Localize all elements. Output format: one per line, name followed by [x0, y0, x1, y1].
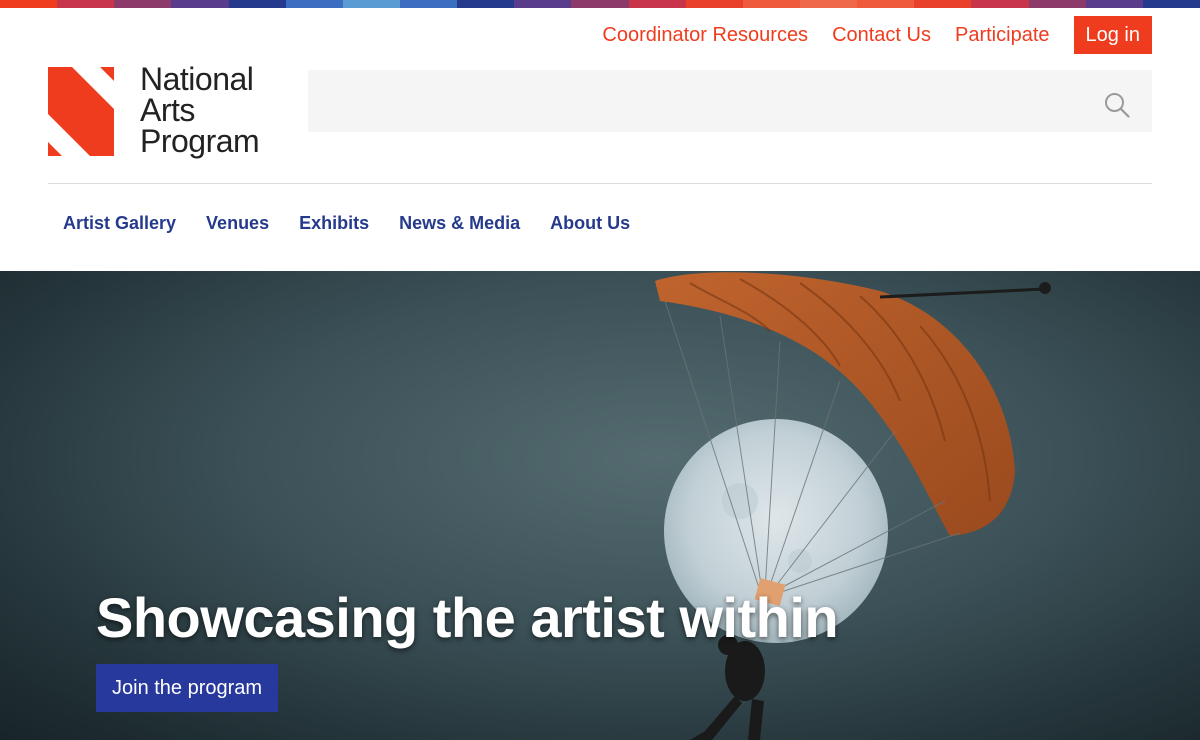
- hero-title: Showcasing the artist within: [96, 586, 839, 649]
- stripe-segment: [799, 0, 858, 8]
- coordinator-resources-link[interactable]: Coordinator Resources: [602, 16, 808, 54]
- stripe-segment: [342, 0, 400, 8]
- search-bar: [308, 70, 1152, 132]
- join-program-button[interactable]: Join the program: [96, 664, 279, 712]
- logo-line-3: Program: [140, 123, 260, 159]
- stripe-segment: [685, 0, 743, 8]
- stripe-segment: [1142, 0, 1200, 8]
- nav-about-us[interactable]: About Us: [550, 208, 630, 238]
- stripe-segment: [0, 0, 58, 8]
- color-stripe: [0, 0, 1200, 8]
- search-icon[interactable]: [1104, 92, 1130, 118]
- search-input[interactable]: [308, 70, 1088, 132]
- login-button[interactable]: Log in: [1073, 16, 1152, 54]
- stripe-segment: [1028, 0, 1086, 8]
- hero-banner: Showcasing the artist within Join the pr…: [0, 271, 1200, 740]
- header-divider: [48, 183, 1152, 184]
- stripe-segment: [228, 0, 286, 8]
- logo-wordmark: National Arts Program: [140, 61, 260, 164]
- stripe-segment: [571, 0, 629, 8]
- stripe-segment: [971, 0, 1029, 8]
- logo-line-2: Arts: [140, 92, 195, 128]
- stripe-segment: [1085, 0, 1143, 8]
- stripe-segment: [914, 0, 972, 8]
- stripe-segment: [114, 0, 172, 8]
- contact-us-link[interactable]: Contact Us: [832, 16, 931, 54]
- nav-venues[interactable]: Venues: [206, 208, 269, 238]
- stripe-segment: [628, 0, 686, 8]
- logo-line-1: National: [140, 61, 254, 97]
- stripe-segment: [514, 0, 572, 8]
- nav-artist-gallery[interactable]: Artist Gallery: [63, 208, 176, 238]
- stripe-segment: [857, 0, 915, 8]
- utility-nav: Coordinator Resources Contact Us Partici…: [602, 16, 1152, 54]
- stripe-segment: [742, 0, 800, 8]
- participate-link[interactable]: Participate: [955, 16, 1050, 54]
- nav-news-media[interactable]: News & Media: [399, 208, 520, 238]
- stripe-segment: [457, 0, 515, 8]
- stripe-segment: [171, 0, 229, 8]
- logo-mark-icon: [48, 67, 114, 156]
- stripe-segment: [399, 0, 458, 8]
- stripe-segment: [57, 0, 115, 8]
- main-nav: Artist Gallery Venues Exhibits News & Me…: [63, 208, 630, 238]
- site-logo[interactable]: National Arts Program: [48, 61, 288, 164]
- stripe-segment: [285, 0, 343, 8]
- nav-exhibits[interactable]: Exhibits: [299, 208, 369, 238]
